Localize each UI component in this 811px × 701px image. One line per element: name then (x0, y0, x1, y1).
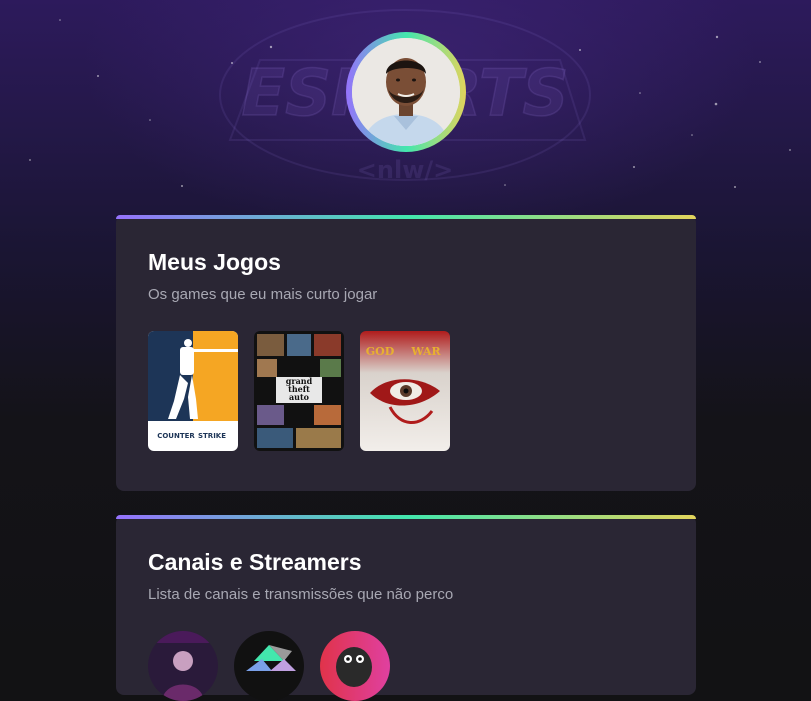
streamers-card: Canais e Streamers Lista de canais e tra… (116, 515, 696, 701)
streamer-avatar-1[interactable] (148, 631, 218, 701)
streamers-section-subtitle: Lista de canais e transmissões que não p… (148, 586, 454, 603)
streamer-avatar-3[interactable] (320, 631, 390, 701)
cs-logo-line2: STRIKE (198, 432, 226, 440)
god-of-war-cover: GOD WAR (360, 331, 450, 451)
counter-strike-cover: COUNTER STRIKE (148, 331, 238, 451)
game-counter-strike[interactable]: COUNTER STRIKE (148, 331, 238, 451)
gow-logo-line1: GOD (366, 345, 395, 358)
profile-avatar-ring (346, 32, 466, 152)
games-card: Meus Jogos Os games que eu mais curto jo… (116, 215, 696, 491)
streamer-2-image (234, 631, 304, 701)
cs-logo-line1: COUNTER (157, 432, 195, 440)
streamer-3-image (320, 631, 390, 701)
games-section-subtitle: Os games que eu mais curto jogar (148, 286, 378, 303)
svg-text:<nlw/>: <nlw/> (357, 156, 453, 184)
avatar (352, 38, 460, 146)
game-god-of-war[interactable]: GOD WAR (360, 331, 450, 451)
streamer-1-image (148, 631, 218, 701)
streamer-avatar-2[interactable] (234, 631, 304, 701)
gta-logo-line3: auto (289, 392, 310, 402)
profile-photo (352, 38, 460, 146)
gta-v-cover: grand theft auto (254, 331, 344, 451)
gow-logo-line2: WAR (410, 345, 441, 358)
streamers-list (148, 631, 390, 701)
game-gta-v[interactable]: grand theft auto (254, 331, 344, 451)
games-list: COUNTER STRIKE grand theft auto GOD WAR (148, 331, 450, 451)
games-section-title: Meus Jogos (148, 249, 281, 275)
streamers-section-title: Canais e Streamers (148, 549, 362, 575)
